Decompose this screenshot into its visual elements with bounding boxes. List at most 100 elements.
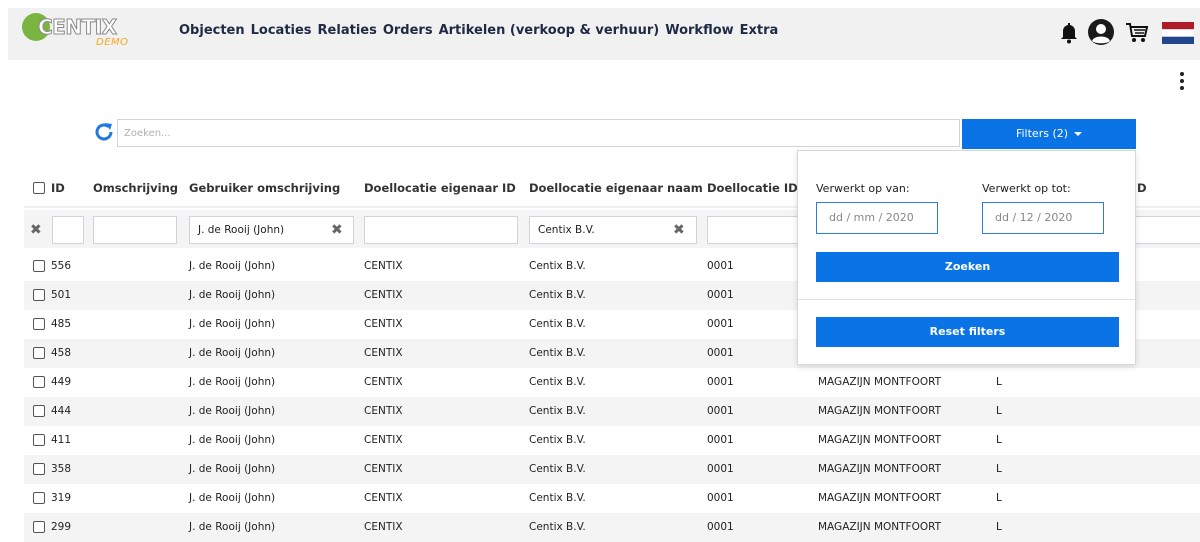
- panel-divider: [798, 299, 1135, 300]
- top-navbar: CENTIX DEMO Objecten Locaties Relaties O…: [8, 8, 1200, 60]
- cell-id: 556: [51, 260, 72, 272]
- cell-gebruiker: J. de Rooij (John): [189, 492, 276, 504]
- bell-icon[interactable]: [1060, 22, 1078, 44]
- cell-eigenaar-naam: Centix B.V.: [529, 289, 586, 301]
- cell-locatie-id: 0001: [707, 521, 734, 533]
- cell-eigenaar-id: CENTIX: [364, 521, 403, 533]
- cell-gebruiker: J. de Rooij (John): [189, 405, 276, 417]
- cell-id: 444: [51, 405, 72, 417]
- row-checkbox[interactable]: [33, 521, 45, 533]
- cell-eigenaar-naam: Centix B.V.: [529, 463, 586, 475]
- cell-locatie-id: 0001: [707, 376, 734, 388]
- cell-id: 411: [51, 434, 72, 446]
- cell-eigenaar-id: CENTIX: [364, 289, 403, 301]
- column-header-d[interactable]: D: [1137, 181, 1147, 195]
- cell-locatie: MAGAZIJN MONTFOORT: [818, 463, 942, 475]
- filters-dropdown-button[interactable]: Filters (2): [962, 119, 1136, 149]
- cell-locatie-id: 0001: [707, 318, 734, 330]
- cell-eigenaar-id: CENTIX: [364, 376, 403, 388]
- row-checkbox[interactable]: [33, 347, 45, 359]
- filter-eigenaar-id-input[interactable]: [364, 216, 518, 244]
- cell-locatie-id: 0001: [707, 463, 734, 475]
- user-icon[interactable]: [1087, 18, 1115, 46]
- cell-id: 458: [51, 347, 72, 359]
- cell-eigenaar-naam: Centix B.V.: [529, 260, 586, 272]
- filter-id-input[interactable]: [52, 216, 84, 244]
- nav-item-orders[interactable]: Orders: [383, 23, 433, 38]
- flag-nl-icon[interactable]: [1162, 22, 1194, 44]
- cell-eigenaar-id: CENTIX: [364, 492, 403, 504]
- row-checkbox[interactable]: [33, 289, 45, 301]
- cell-id: 449: [51, 376, 72, 388]
- nav-item-artikelen[interactable]: Artikelen (verkoop & verhuur): [439, 23, 660, 38]
- cell-locatie: MAGAZIJN MONTFOORT: [818, 376, 942, 388]
- column-header-eigenaar-naam[interactable]: Doellocatie eigenaar naam: [529, 181, 703, 195]
- cell-eigenaar-id: CENTIX: [364, 318, 403, 330]
- filters-button-label: Filters (2): [1015, 127, 1069, 140]
- search-input[interactable]: [117, 119, 960, 147]
- cell-eigenaar-naam: Centix B.V.: [529, 492, 586, 504]
- filter-locatie-id-input[interactable]: [707, 216, 807, 244]
- cell-locatie-id: 0001: [707, 260, 734, 272]
- row-checkbox[interactable]: [33, 463, 45, 475]
- cell-id: 485: [51, 318, 72, 330]
- select-all-checkbox[interactable]: [33, 182, 45, 194]
- cell-eigenaar-id: CENTIX: [364, 463, 403, 475]
- cell-id: 501: [51, 289, 72, 301]
- filter-omschrijving-input[interactable]: [93, 216, 177, 244]
- cell-gebruiker: J. de Rooij (John): [189, 434, 276, 446]
- cell-code: L: [996, 434, 1002, 446]
- cell-gebruiker: J. de Rooij (John): [189, 260, 276, 272]
- filter-eigenaar-naam-input[interactable]: Centix B.V.: [529, 216, 697, 244]
- cell-gebruiker: J. de Rooij (John): [189, 347, 276, 359]
- cell-eigenaar-id: CENTIX: [364, 405, 403, 417]
- nav-item-locaties[interactable]: Locaties: [251, 23, 312, 38]
- row-checkbox[interactable]: [33, 405, 45, 417]
- more-options-icon[interactable]: [1177, 70, 1187, 92]
- cell-locatie-id: 0001: [707, 405, 734, 417]
- clear-eigenaar-naam-filter-icon[interactable]: ✖: [673, 222, 685, 238]
- nav-item-extra[interactable]: Extra: [740, 23, 779, 38]
- row-checkbox[interactable]: [33, 376, 45, 388]
- cell-locatie: MAGAZIJN MONTFOORT: [818, 521, 942, 533]
- filter-eigenaar-naam-value: Centix B.V.: [538, 224, 595, 236]
- row-checkbox[interactable]: [33, 492, 45, 504]
- filter-d-input[interactable]: [1130, 216, 1200, 244]
- clear-gebruiker-filter-icon[interactable]: ✖: [331, 222, 343, 238]
- zoeken-button[interactable]: Zoeken: [816, 252, 1119, 282]
- refresh-icon[interactable]: [93, 121, 115, 143]
- cell-code: L: [996, 376, 1002, 388]
- reset-filters-button[interactable]: Reset filters: [816, 317, 1119, 347]
- cell-id: 319: [51, 492, 72, 504]
- filter-gebruiker-input[interactable]: J. de Rooij (John): [189, 216, 354, 244]
- logo-subtitle: DEMO: [96, 37, 129, 48]
- logo-text: CENTIX: [38, 15, 118, 39]
- row-checkbox[interactable]: [33, 434, 45, 446]
- column-header-id[interactable]: ID: [51, 181, 65, 195]
- clear-all-filters-icon[interactable]: ✖: [30, 222, 42, 238]
- cell-id: 299: [51, 521, 72, 533]
- navbar-icons: [1050, 18, 1200, 50]
- row-checkbox[interactable]: [33, 260, 45, 272]
- row-checkbox[interactable]: [33, 318, 45, 330]
- cell-locatie-id: 0001: [707, 347, 734, 359]
- centix-logo[interactable]: CENTIX DEMO: [22, 11, 152, 55]
- column-header-locatie-id[interactable]: Doellocatie ID: [707, 181, 798, 195]
- filter-gebruiker-value: J. de Rooij (John): [198, 224, 285, 236]
- column-header-eigenaar-id[interactable]: Doellocatie eigenaar ID: [364, 181, 516, 195]
- nav-item-objecten[interactable]: Objecten: [179, 23, 245, 38]
- main-menu: Objecten Locaties Relaties Orders Artike…: [179, 23, 778, 38]
- cell-eigenaar-naam: Centix B.V.: [529, 434, 586, 446]
- nav-item-relaties[interactable]: Relaties: [318, 23, 377, 38]
- cell-eigenaar-naam: Centix B.V.: [529, 318, 586, 330]
- cell-gebruiker: J. de Rooij (John): [189, 318, 276, 330]
- verwerkt-tot-date-input[interactable]: dd / 12 / 2020: [982, 202, 1104, 234]
- column-header-omschrijving[interactable]: Omschrijving: [93, 181, 178, 195]
- cell-eigenaar-id: CENTIX: [364, 260, 403, 272]
- nav-item-workflow[interactable]: Workflow: [665, 23, 733, 38]
- verwerkt-van-date-input[interactable]: dd / mm / 2020: [816, 202, 938, 234]
- cart-icon[interactable]: [1125, 22, 1149, 44]
- verwerkt-van-value: dd / mm / 2020: [829, 211, 914, 224]
- column-header-gebruiker[interactable]: Gebruiker omschrijving: [189, 181, 340, 195]
- cell-locatie-id: 0001: [707, 289, 734, 301]
